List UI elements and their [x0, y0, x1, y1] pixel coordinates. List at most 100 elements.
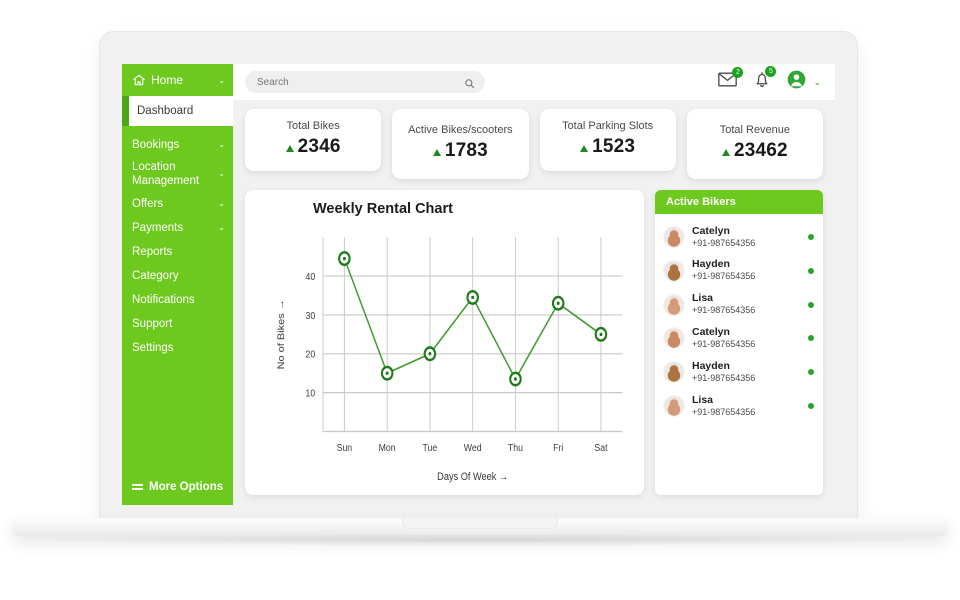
stat-card-active-bikes[interactable]: Active Bikes/scooters 1783	[392, 109, 529, 179]
sidebar-item-label: Support	[132, 318, 173, 331]
sidebar-item-dashboard-label: Dashboard	[129, 96, 233, 126]
avatar	[664, 260, 684, 281]
biker-list-item[interactable]: Lisa +91-987654356	[664, 288, 814, 322]
stat-cards: Total Bikes 2346 Active Bikes/scooters 1…	[245, 109, 823, 179]
stat-card-parking-slots[interactable]: Total Parking Slots 1523	[539, 109, 676, 171]
lower-row: Weekly Rental Chart 10 20 30 40 Sun Mon Tue Wed…	[245, 190, 823, 495]
svg-text:40: 40	[306, 271, 316, 283]
chevron-down-icon[interactable]: ⌄	[218, 140, 225, 150]
chevron-down-icon[interactable]: ⌄	[813, 77, 821, 88]
sidebar-item-offers[interactable]: Offers ⌄	[122, 192, 233, 216]
svg-text:Wed: Wed	[464, 442, 482, 454]
stat-card-value-row: 2346	[251, 136, 375, 158]
sidebar-item-reports[interactable]: Reports	[122, 240, 233, 264]
sidebar-item-label: Offers	[132, 198, 164, 211]
biker-name: Catelyn	[692, 325, 730, 338]
sidebar-home-label: Home	[151, 73, 184, 87]
mail-badge: 2	[732, 67, 744, 78]
search-input[interactable]	[245, 71, 485, 93]
weekly-rental-chart-panel: Weekly Rental Chart 10 20 30 40 Sun Mon Tue Wed…	[245, 190, 644, 495]
biker-info: Lisa +91-987654356	[692, 292, 800, 317]
chart-title: Weekly Rental Chart	[313, 201, 453, 217]
chevron-down-icon[interactable]: ⌄	[218, 223, 225, 233]
stat-card-value-row: 1523	[546, 136, 670, 158]
sidebar-item-payments[interactable]: Payments ⌄	[122, 216, 233, 240]
active-bikers-list: Catelyn +91-987654356 Hayden +91-987654356 L…	[655, 214, 823, 495]
svg-text:Mon: Mon	[379, 442, 396, 454]
bell-icon[interactable]: 5	[754, 66, 777, 93]
biker-list-item[interactable]: Lisa +91-987654356	[664, 389, 814, 423]
biker-list-item[interactable]: Catelyn +91-987654356	[664, 220, 814, 254]
sidebar-item-bookings[interactable]: Bookings ⌄	[122, 134, 233, 156]
sidebar-item-label: Location Management	[132, 161, 200, 188]
biker-info: Catelyn +91-987654356	[692, 326, 800, 351]
biker-list-item[interactable]: Hayden +91-987654356	[664, 254, 814, 288]
svg-text:30: 30	[306, 310, 316, 322]
envelope-icon[interactable]: 2	[718, 67, 744, 92]
status-badge	[808, 369, 814, 376]
avatar	[664, 226, 684, 247]
trend-up-icon	[580, 145, 589, 152]
svg-text:Days Of Week →: Days Of Week →	[437, 471, 508, 483]
chevron-down-icon[interactable]: ⌄	[218, 199, 225, 209]
chevron-down-icon[interactable]: ⌄	[218, 76, 225, 85]
stat-card-total-bikes[interactable]: Total Bikes 2346	[245, 109, 382, 171]
trend-up-icon	[432, 149, 441, 156]
status-badge	[808, 267, 814, 274]
avatar	[664, 362, 684, 383]
avatar	[664, 294, 684, 315]
search-box[interactable]	[245, 71, 485, 93]
biker-phone: +91-987654356	[692, 305, 756, 316]
svg-text:Thu: Thu	[508, 442, 523, 454]
sidebar-item-label: Settings	[132, 342, 174, 355]
sidebar-item-label: Notifications	[132, 294, 195, 307]
sidebar-item-settings[interactable]: Settings	[122, 336, 233, 360]
sidebar-item-notifications[interactable]: Notifications	[122, 288, 233, 312]
status-badge	[808, 233, 814, 240]
sidebar-item-dashboard[interactable]: Dashboard	[122, 96, 233, 126]
biker-name: Lisa	[692, 393, 714, 406]
biker-info: Hayden +91-987654356	[692, 360, 800, 385]
stat-card-title: Total Parking Slots	[562, 120, 654, 132]
stat-card-value: 23462	[733, 140, 788, 161]
biker-info: Lisa +91-987654356	[692, 394, 800, 419]
main-area: 2 5	[233, 64, 835, 505]
biker-list-item[interactable]: Hayden +91-987654356	[664, 355, 814, 389]
avatar	[664, 328, 684, 349]
stat-card-title: Total Revenue	[719, 124, 791, 136]
laptop-base-shadow	[35, 534, 925, 546]
biker-name: Hayden	[692, 258, 730, 271]
sidebar-item-label: Payments	[132, 222, 184, 235]
status-badge	[808, 402, 814, 409]
svg-text:Sun: Sun	[337, 442, 353, 454]
svg-text:No of Bikes →: No of Bikes →	[277, 299, 287, 369]
status-badge	[808, 335, 814, 342]
hamburger-icon	[132, 484, 143, 490]
status-badge	[808, 301, 814, 308]
sidebar-item-label: Bookings	[132, 139, 180, 151]
sidebar-item-support[interactable]: Support	[122, 312, 233, 336]
biker-list-item[interactable]: Catelyn +91-987654356	[664, 321, 814, 355]
stat-card-value-row: 1783	[398, 140, 522, 162]
biker-info: Catelyn +91-987654356	[692, 225, 800, 250]
active-bikers-panel: Active Bikers Catelyn +91-987654356 Hayden…	[655, 190, 823, 495]
stat-card-total-revenue[interactable]: Total Revenue 23462	[686, 109, 823, 179]
stat-card-value: 2346	[297, 136, 341, 157]
biker-phone: +91-987654356	[692, 339, 756, 350]
stat-card-value: 1783	[444, 140, 488, 161]
sidebar-item-label: Reports	[132, 246, 173, 259]
more-options-button[interactable]: More Options	[122, 473, 233, 505]
search-icon[interactable]	[464, 76, 475, 94]
user-avatar-icon[interactable]	[787, 70, 806, 94]
sidebar-item-home[interactable]: Home ⌄	[122, 64, 233, 96]
dashboard-content: Total Bikes 2346 Active Bikes/scooters 1…	[233, 100, 835, 505]
avatar	[664, 395, 684, 416]
chevron-down-icon[interactable]: ⌄	[218, 169, 225, 179]
sidebar-item-location-management[interactable]: Location Management ⌄	[122, 156, 233, 192]
biker-phone: +91-987654356	[692, 372, 756, 383]
sidebar: Home ⌄ Dashboard Bookings ⌄ Location Man…	[122, 64, 233, 505]
svg-text:10: 10	[306, 388, 316, 400]
sidebar-item-category[interactable]: Category	[122, 264, 233, 288]
notification-badge: 5	[765, 66, 777, 77]
